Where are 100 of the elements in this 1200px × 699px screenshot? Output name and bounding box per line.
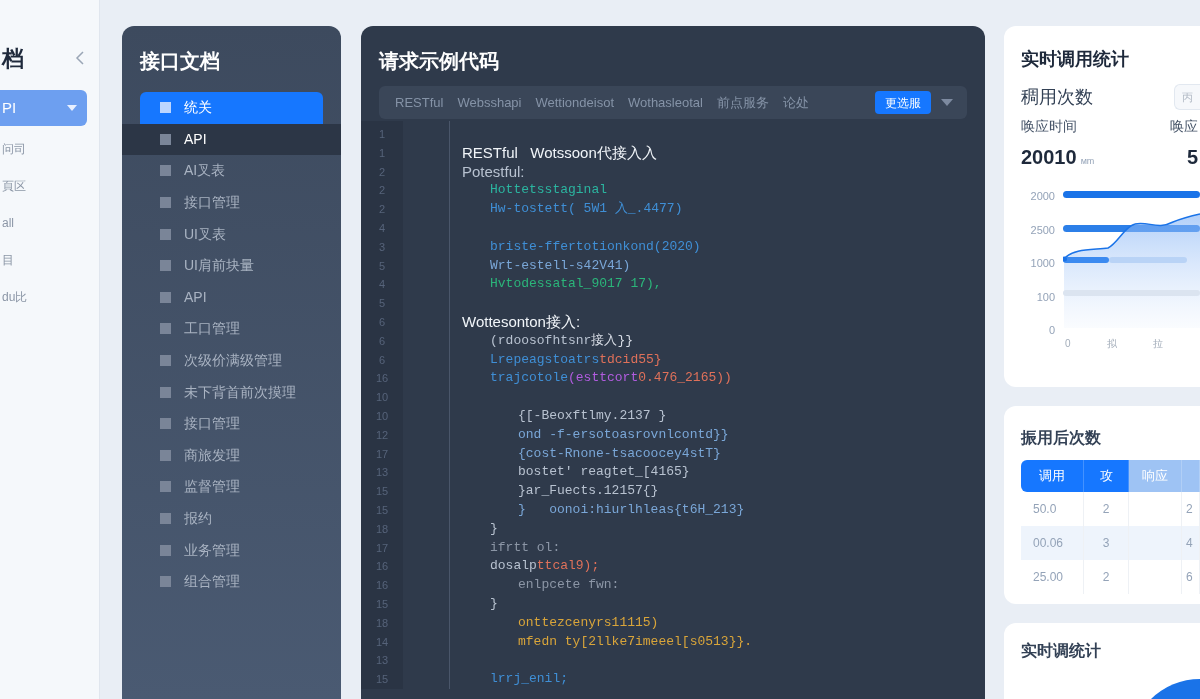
square-icon	[160, 481, 171, 493]
sidebar-item[interactable]: API	[122, 123, 341, 156]
code-line: }	[490, 594, 498, 613]
table-cell-text: 6	[1186, 569, 1193, 586]
square-icon	[160, 576, 171, 588]
square-icon	[160, 544, 171, 556]
code-line: RESTful Wotssoon代接入入	[462, 143, 657, 163]
sidebar-item[interactable]: 商旅发理	[122, 439, 341, 472]
square-icon	[160, 102, 171, 114]
column-header[interactable]: 攻	[1084, 460, 1129, 492]
sidebar-item[interactable]: AI叉表	[122, 155, 341, 187]
axis-label: 0	[1065, 337, 1071, 351]
table-cell-text: 25.00	[1033, 569, 1064, 586]
card-title: 振用后次数	[1021, 428, 1102, 448]
code-line: Potestful:	[462, 162, 525, 182]
axis-label: 2500	[1029, 222, 1055, 238]
code-line: }ar_Fuects.12157{}	[518, 482, 659, 501]
code-line: }	[490, 519, 498, 538]
square-icon	[160, 323, 171, 335]
code-line: mfedn ty[2llke7imeeel[s0513}}.	[518, 632, 753, 651]
sidebar-item[interactable]: 报约	[122, 502, 341, 535]
sidebar-item[interactable]: 组合管理	[122, 565, 341, 598]
sidebar-title: 接口文档	[138, 49, 221, 74]
sidebar-item[interactable]: 统关	[140, 92, 323, 124]
nav-item[interactable]: all	[0, 204, 99, 241]
sidebar-item[interactable]: API	[122, 281, 341, 314]
sidebar-item[interactable]: UI肩前块量	[122, 249, 341, 282]
square-icon	[160, 197, 171, 209]
code-tab[interactable]: 前点服务	[714, 92, 771, 113]
sidebar-item[interactable]: 未下背首前次摸理	[122, 376, 341, 408]
code-line: Wottesonton接入:	[462, 312, 581, 332]
card-title: 实时调统计	[1021, 641, 1102, 661]
nav-item[interactable]: du比	[0, 278, 99, 315]
metric-label: 唤应	[1170, 117, 1198, 136]
square-icon	[160, 133, 171, 145]
code-line: briste-ffertotionkond(2020)	[490, 237, 701, 256]
table-cell-text: 2	[1102, 569, 1110, 586]
dropdown-icon[interactable]	[941, 99, 953, 106]
card-title: 实时调用统计	[1021, 48, 1130, 71]
panel-title: 请求示例代码	[379, 49, 500, 74]
nav-item[interactable]: 问司	[0, 130, 99, 167]
code-line: lrrj_enil;	[490, 670, 568, 689]
square-icon	[160, 386, 171, 398]
code-line: ifrtt ol:	[490, 538, 561, 557]
square-icon	[160, 449, 171, 461]
collapse-icon[interactable]	[75, 51, 85, 65]
sidebar-item[interactable]: 工口管理	[122, 313, 341, 345]
code-line: onttezcenyrs11115)	[518, 613, 659, 632]
square-icon	[160, 228, 171, 240]
metric-value: 5	[1186, 145, 1198, 170]
code-line: Lrepeagstoatrstdcid55}	[490, 350, 662, 369]
axis-label: 100	[1035, 289, 1055, 305]
code-tab[interactable]: 论处	[780, 92, 811, 113]
code-line: {cost-Rnone-tsacoocey4stT}	[518, 444, 721, 463]
table-cell-text: 00.06	[1033, 535, 1064, 552]
code-tab[interactable]: RESTful	[393, 92, 446, 113]
nav-item[interactable]: PI	[0, 90, 87, 126]
chart-point	[1063, 256, 1067, 262]
axis-label: 拟	[1106, 337, 1117, 351]
sidebar-item[interactable]: 接口管理	[122, 407, 341, 440]
sidebar-item[interactable]: 业务管理	[122, 534, 341, 566]
axis-label: 2000	[1029, 189, 1055, 204]
nav-title: 档	[2, 44, 24, 73]
square-icon	[160, 418, 171, 430]
metric-label: 唤应时间	[1021, 117, 1078, 136]
code-line: Wrt-estell-s42V41)	[490, 256, 631, 275]
sidebar-item[interactable]: UI叉表	[122, 218, 341, 250]
square-icon	[160, 513, 171, 524]
code-line: enlpcete fwn:	[518, 576, 620, 595]
square-icon	[160, 165, 171, 177]
caret-icon	[67, 105, 77, 111]
sidebar-item[interactable]: 监督管理	[122, 471, 341, 503]
table-cell-text: 2	[1102, 501, 1110, 518]
axis-label: 0	[1047, 323, 1055, 338]
sidebar-item[interactable]: 接口管理	[122, 186, 341, 219]
code-tab[interactable]: 更选服	[875, 91, 931, 114]
table-cell-text: 3	[1102, 535, 1110, 552]
code-tab[interactable]: Websshapi	[455, 92, 524, 113]
metric-unit: мm	[1080, 155, 1095, 168]
code-line: (rdoosofhtsnr接入}}	[490, 331, 634, 350]
code-tab[interactable]: Wothasleotal	[626, 92, 705, 113]
code-line: ond -f-ersotoasrovnlcontd}}	[518, 425, 729, 444]
code-line: } oonoi:hiurlhleas{t6H_213}	[518, 500, 745, 519]
square-icon	[160, 291, 171, 303]
stat-label: 稠用次数	[1021, 85, 1093, 109]
square-icon	[160, 260, 171, 272]
square-icon	[160, 355, 171, 367]
code-line: Hw-tostett( 5W1 入_.4477)	[490, 200, 683, 219]
nav-item[interactable]: 目	[0, 241, 99, 278]
code-line: bostet' reagtet_[4165}	[518, 463, 690, 482]
axis-label: 1000	[1029, 256, 1055, 271]
nav-item[interactable]: 頁区	[0, 167, 99, 204]
column-header[interactable]: 调用	[1021, 460, 1084, 492]
code-line: Hottetsstaginal	[490, 181, 608, 200]
axis-label: 拉	[1152, 337, 1163, 351]
filter-button[interactable]: 丙	[1174, 84, 1200, 110]
sidebar-item[interactable]: 次级价满级管理	[122, 344, 341, 377]
table-cell-text: 50.0	[1033, 501, 1057, 518]
code-tab[interactable]: Wettiondeisot	[533, 92, 616, 113]
code-line: {[-Beoxftlmy.2137 }	[518, 406, 667, 425]
